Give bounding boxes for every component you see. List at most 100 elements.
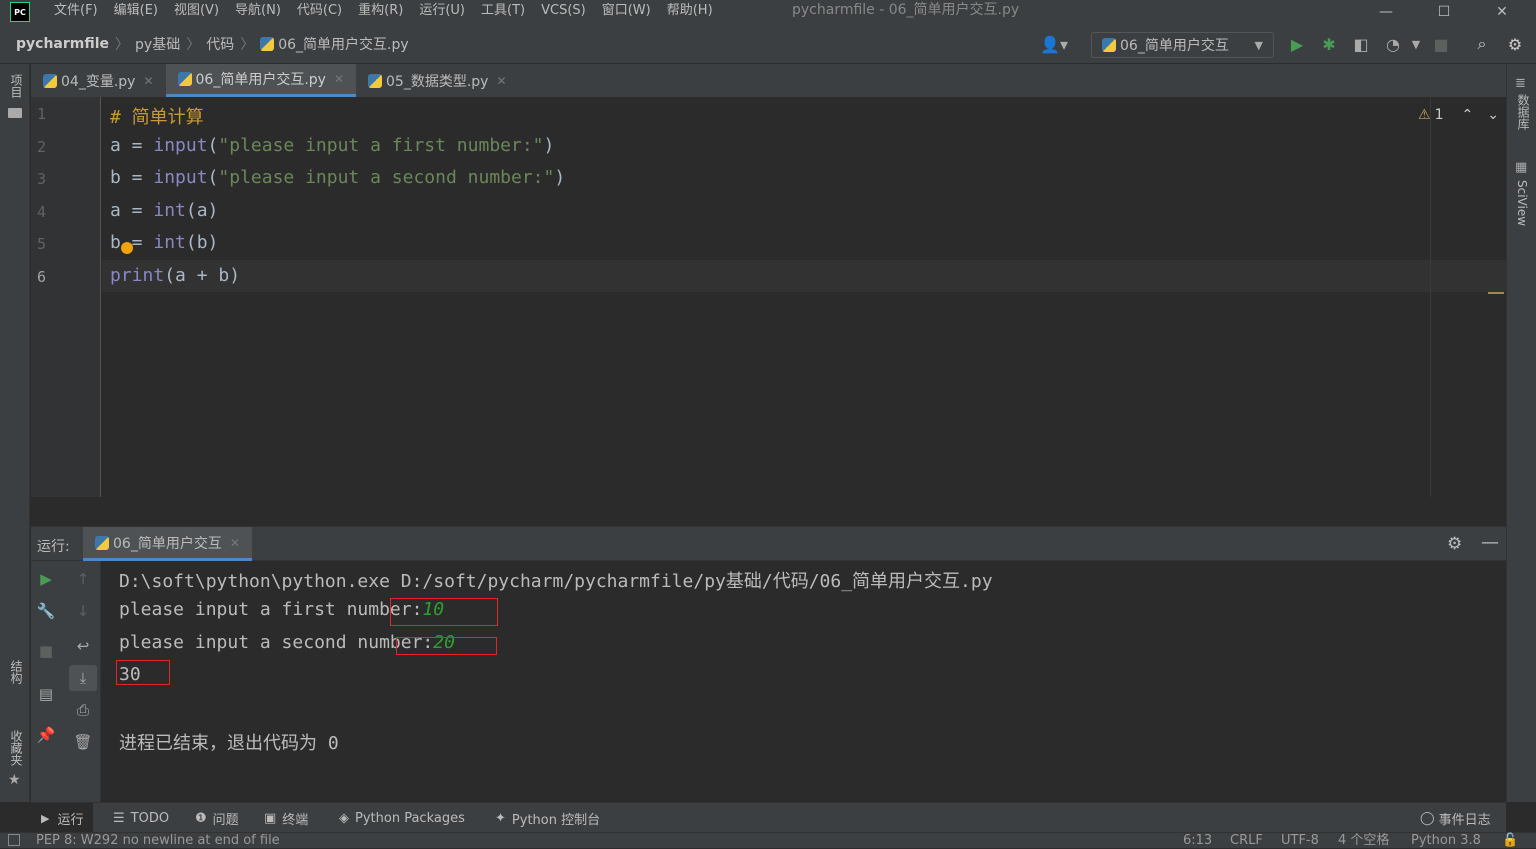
run-icon[interactable]: ▶ (1287, 34, 1307, 54)
menu-view[interactable]: 视图(V) (166, 0, 227, 24)
layout-icon[interactable]: ▤ (35, 683, 57, 705)
sciview-tool-button[interactable]: SciView (1515, 180, 1529, 226)
chevron-down-icon[interactable]: ▼ (1406, 34, 1426, 54)
menu-edit[interactable]: 编辑(E) (106, 0, 166, 24)
stop-icon[interactable]: ■ (35, 640, 57, 662)
bottom-tab-problems[interactable]: ❶ 问题 (195, 803, 239, 833)
menu-navigate[interactable]: 导航(N) (227, 0, 289, 24)
menu-help[interactable]: 帮助(H) (659, 0, 721, 24)
bottom-tab-python-packages[interactable]: ◈ Python Packages (339, 803, 465, 833)
run-config-label: 06_简单用户交互 (1120, 38, 1229, 54)
breadcrumb: pycharmfile 〉 py基础 〉 代码 〉 06_简单用户交互.py (16, 24, 409, 64)
hide-panel-icon[interactable]: — (1481, 532, 1499, 553)
warning-stripe-marker[interactable] (1488, 292, 1504, 294)
user-account-icon[interactable]: 👤▾ (1038, 34, 1070, 54)
status-bar: PEP 8: W292 no newline at end of file 6:… (0, 832, 1536, 848)
trash-icon[interactable]: 🗑 (72, 731, 94, 753)
settings-gear-icon[interactable]: ⚙ (1505, 34, 1525, 54)
breadcrumb-file[interactable]: 06_简单用户交互.py (278, 34, 408, 54)
close-icon[interactable]: ✕ (334, 72, 344, 86)
tab-label: 06_简单用户交互.py (195, 72, 326, 88)
tab-04-variables[interactable]: 04_变量.py ✕ (31, 64, 166, 97)
chevron-right-icon: 〉 (115, 37, 130, 53)
code-string: "please input a second number:" (218, 167, 555, 188)
menu-bar: 文件(F) 编辑(E) 视图(V) 导航(N) 代码(C) 重构(R) 运行(U… (46, 0, 721, 24)
file-encoding[interactable]: UTF-8 (1281, 833, 1319, 849)
menu-file[interactable]: 文件(F) (46, 0, 106, 24)
menu-refactor[interactable]: 重构(R) (350, 0, 411, 24)
line-number: 5 (37, 235, 47, 253)
inspection-widget[interactable]: ⚠ 1 ⌃ ⌄ (1418, 107, 1499, 123)
bottom-tab-todo[interactable]: ☰ TODO (113, 803, 169, 833)
toggle-tool-windows-icon[interactable] (8, 834, 20, 846)
stop-icon[interactable]: ■ (1431, 34, 1451, 54)
maximize-button[interactable]: ☐ (1421, 0, 1467, 24)
breadcrumb-subfolder[interactable]: 代码 (206, 34, 234, 54)
breadcrumb-folder[interactable]: py基础 (135, 34, 180, 54)
line-number: 1 (37, 105, 47, 123)
coverage-icon[interactable]: ◧ (1351, 34, 1371, 54)
scroll-to-end-icon[interactable]: ⤓ (69, 665, 97, 691)
chevron-down-icon[interactable]: ⌄ (1487, 107, 1499, 123)
close-icon[interactable]: ✕ (496, 74, 506, 88)
pin-icon[interactable]: 📌 (35, 724, 57, 746)
status-message: PEP 8: W292 no newline at end of file (36, 833, 280, 848)
navigation-bar: pycharmfile 〉 py基础 〉 代码 〉 06_简单用户交互.py 👤… (0, 24, 1536, 64)
console-output[interactable]: D:\soft\python\python.exe D:/soft/pychar… (102, 561, 1506, 802)
menu-code[interactable]: 代码(C) (289, 0, 350, 24)
close-window-button[interactable]: ✕ (1479, 0, 1525, 24)
menu-run[interactable]: 运行(U) (411, 0, 473, 24)
run-tab[interactable]: 06_简单用户交互 ✕ (83, 527, 252, 561)
chevron-up-icon[interactable]: ⌃ (1461, 107, 1473, 123)
caret-position[interactable]: 6:13 (1183, 833, 1212, 849)
code-text: a = (110, 200, 154, 221)
code-text: b = (110, 167, 154, 188)
bottom-tab-terminal[interactable]: ▣ 终端 (264, 803, 308, 833)
soft-wrap-icon[interactable]: ↩ (72, 635, 94, 657)
line-number: 2 (37, 138, 47, 156)
code-builtin: input (153, 135, 208, 156)
play-icon: ▶ (41, 811, 50, 825)
profile-icon[interactable]: ◔ (1383, 34, 1403, 54)
arrow-down-icon[interactable]: ↓ (72, 600, 94, 622)
run-configuration-select[interactable]: 06_简单用户交互 ▼ (1091, 32, 1274, 58)
warning-count: 1 (1434, 107, 1444, 123)
lightbulb-icon[interactable] (121, 242, 133, 254)
code-text: ( (207, 135, 219, 156)
debug-icon[interactable]: ✱ (1319, 34, 1339, 54)
indent-setting[interactable]: 4 个空格 (1338, 833, 1389, 849)
line-number: 4 (37, 203, 47, 221)
tab-05-data-types[interactable]: 05_数据类型.py ✕ (356, 64, 519, 97)
tab-06-user-interaction[interactable]: 06_简单用户交互.py ✕ (165, 64, 356, 97)
settings-gear-icon[interactable]: ⚙ (1447, 534, 1462, 554)
lock-icon[interactable]: 🔓 (1502, 833, 1518, 849)
left-tool-stripe: 项目 结构 收藏夹 ★ (0, 64, 30, 802)
wrench-icon[interactable]: 🔧 (35, 600, 57, 622)
code-text: a = (110, 135, 154, 156)
bottom-tab-python-console[interactable]: ✦ Python 控制台 (495, 803, 600, 833)
database-icon: ≣ (1515, 76, 1526, 91)
favorites-tool-button[interactable]: 收藏夹 (8, 730, 25, 766)
print-icon[interactable]: ⎙ (72, 699, 94, 721)
project-tool-button[interactable]: 项目 (8, 74, 25, 98)
line-separator[interactable]: CRLF (1230, 833, 1263, 849)
bottom-tab-run[interactable]: ▶ 运行 (31, 803, 94, 833)
minimize-button[interactable]: — (1363, 0, 1409, 24)
database-tool-button[interactable]: 数据库 (1515, 94, 1532, 130)
bottom-tab-event-log[interactable]: ◯ 事件日志 (1420, 803, 1491, 833)
code-editor[interactable]: # 简单计算 a = input("please input a first n… (102, 97, 1506, 497)
menu-tools[interactable]: 工具(T) (473, 0, 533, 24)
breadcrumb-project[interactable]: pycharmfile (16, 36, 109, 52)
search-icon[interactable]: ⌕ (1472, 34, 1492, 54)
structure-tool-button[interactable]: 结构 (8, 660, 25, 684)
menu-vcs[interactable]: VCS(S) (533, 0, 594, 24)
close-icon[interactable]: ✕ (143, 74, 153, 88)
rerun-icon[interactable]: ▶ (35, 568, 57, 590)
bottom-tab-label: 事件日志 (1438, 812, 1491, 828)
interpreter[interactable]: Python 3.8 (1411, 833, 1481, 849)
bottom-tab-label: Python Packages (355, 810, 465, 826)
grid-icon: ▦ (1515, 160, 1528, 175)
menu-window[interactable]: 窗口(W) (594, 0, 659, 24)
close-icon[interactable]: ✕ (230, 536, 240, 550)
arrow-up-icon[interactable]: ↑ (72, 568, 94, 590)
